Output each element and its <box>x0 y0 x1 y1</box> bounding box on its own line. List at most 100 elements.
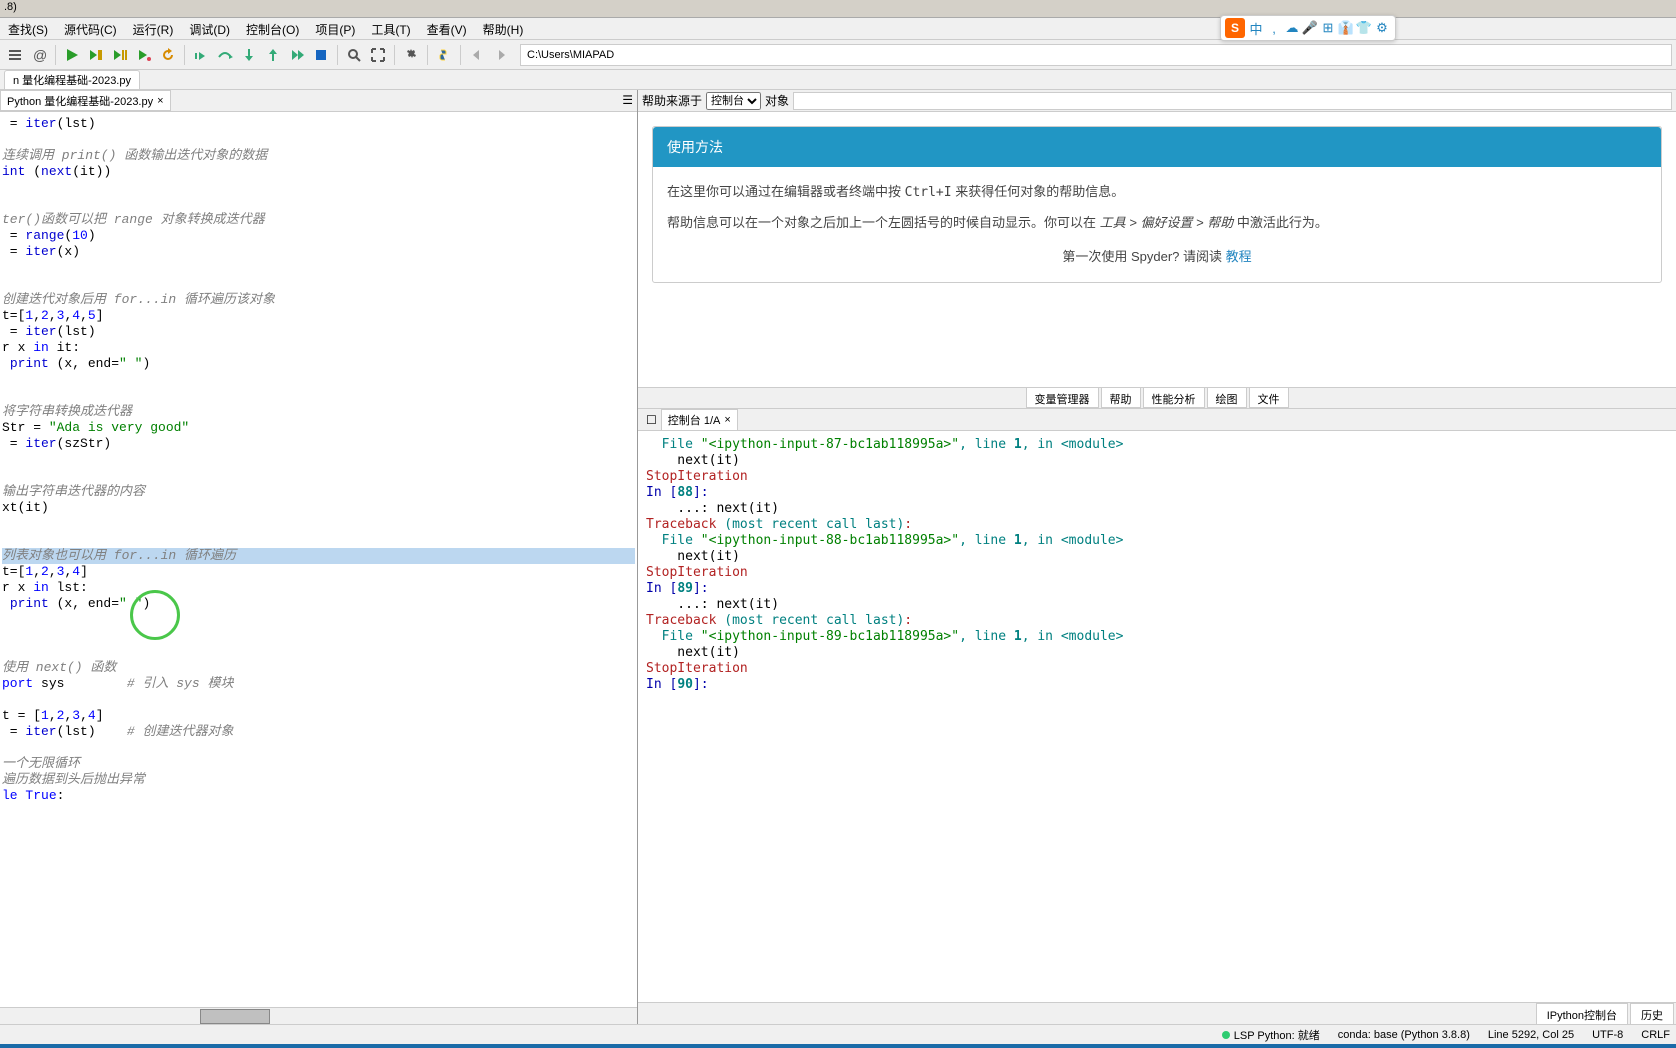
continue-icon[interactable] <box>286 44 308 66</box>
code-line[interactable] <box>2 372 635 388</box>
code-line[interactable]: port sys # 引入 sys 模块 <box>2 676 635 692</box>
code-line[interactable] <box>2 132 635 148</box>
code-line[interactable] <box>2 260 635 276</box>
run-cell-icon[interactable] <box>85 44 107 66</box>
stop-icon[interactable] <box>310 44 332 66</box>
code-line[interactable]: 遍历数据到头后抛出异常 <box>2 772 635 788</box>
code-line[interactable]: = iter(szStr) <box>2 436 635 452</box>
run-cell-advance-icon[interactable] <box>109 44 131 66</box>
code-line[interactable]: 使用 next() 函数 <box>2 660 635 676</box>
back-icon[interactable] <box>466 44 488 66</box>
ime-item[interactable]: ⚙ <box>1373 19 1391 37</box>
menu-项目(P)[interactable]: 项目(P) <box>307 18 363 39</box>
bottom-tab-IPython控制台[interactable]: IPython控制台 <box>1536 1003 1628 1024</box>
menu-查找(S)[interactable]: 查找(S) <box>0 18 56 39</box>
code-line[interactable]: print (x, end=" ") <box>2 356 635 372</box>
editor-hscroll[interactable] <box>0 1007 637 1024</box>
code-line[interactable] <box>2 180 635 196</box>
code-line[interactable]: t = [1,2,3,4] <box>2 708 635 724</box>
ipython-console[interactable]: File "<ipython-input-87-bc1ab118995a>", … <box>638 431 1676 1002</box>
ime-item[interactable]: ☁ <box>1283 19 1301 37</box>
rerun-icon[interactable] <box>157 44 179 66</box>
ime-item[interactable]: ⊞ <box>1319 19 1337 37</box>
run-selection-icon[interactable] <box>133 44 155 66</box>
ime-toolbar[interactable]: S 中,☁🎤⊞👔👕⚙ <box>1220 15 1396 41</box>
run-icon[interactable] <box>61 44 83 66</box>
ime-item[interactable]: 中 <box>1247 19 1265 37</box>
code-line[interactable]: t=[1,2,3,4,5] <box>2 308 635 324</box>
bottom-tab-历史[interactable]: 历史 <box>1630 1003 1674 1024</box>
code-line[interactable]: xt(it) <box>2 500 635 516</box>
code-line[interactable] <box>2 276 635 292</box>
code-line[interactable] <box>2 628 635 644</box>
code-editor[interactable]: = iter(lst) 连续调用 print() 函数输出迭代对象的数据int (… <box>0 112 637 1007</box>
code-line[interactable] <box>2 196 635 212</box>
debug-step-icon[interactable] <box>190 44 212 66</box>
right-tab-性能分析[interactable]: 性能分析 <box>1143 388 1205 408</box>
outer-file-tab[interactable]: n 量化编程基础-2023.py <box>4 70 140 89</box>
code-line[interactable]: t=[1,2,3,4] <box>2 564 635 580</box>
code-line[interactable]: 将字符串转换成迭代器 <box>2 404 635 420</box>
menu-运行(R)[interactable]: 运行(R) <box>125 18 182 39</box>
pythonpath-icon[interactable] <box>433 44 455 66</box>
at-icon[interactable]: @ <box>28 44 50 66</box>
ime-item[interactable]: , <box>1265 19 1283 37</box>
code-line[interactable] <box>2 388 635 404</box>
code-line[interactable] <box>2 452 635 468</box>
step-into-icon[interactable] <box>238 44 260 66</box>
code-line[interactable]: Str = "Ada is very good" <box>2 420 635 436</box>
code-line[interactable]: le True: <box>2 788 635 804</box>
ime-item[interactable]: 🎤 <box>1301 19 1319 37</box>
outline-icon[interactable] <box>4 44 26 66</box>
code-line[interactable]: 创建迭代对象后用 for...in 循环遍历该对象 <box>2 292 635 308</box>
code-line[interactable] <box>2 468 635 484</box>
console-tab[interactable]: 控制台 1/A × <box>661 409 738 431</box>
ime-item[interactable]: 👔 <box>1337 19 1355 37</box>
working-dir-input[interactable] <box>520 44 1672 66</box>
step-over-icon[interactable] <box>214 44 236 66</box>
help-source-select[interactable]: 控制台 <box>706 92 761 110</box>
code-line[interactable] <box>2 740 635 756</box>
code-line[interactable]: r x in it: <box>2 340 635 356</box>
forward-icon[interactable] <box>490 44 512 66</box>
editor-menu-icon[interactable]: ☰ <box>622 93 633 107</box>
code-line[interactable] <box>2 532 635 548</box>
code-line[interactable]: 列表对象也可以用 for...in 循环遍历 <box>2 548 635 564</box>
code-line[interactable]: = iter(lst) <box>2 324 635 340</box>
code-line[interactable] <box>2 644 635 660</box>
code-line[interactable]: = iter(lst) <box>2 116 635 132</box>
code-line[interactable]: = iter(lst) # 创建迭代器对象 <box>2 724 635 740</box>
right-tab-绘图[interactable]: 绘图 <box>1207 388 1247 408</box>
code-line[interactable]: int (next(it)) <box>2 164 635 180</box>
right-tab-变量管理器[interactable]: 变量管理器 <box>1026 388 1099 408</box>
menu-帮助(H)[interactable]: 帮助(H) <box>475 18 532 39</box>
code-line[interactable]: 连续调用 print() 函数输出迭代对象的数据 <box>2 148 635 164</box>
tutorial-link[interactable]: 教程 <box>1226 249 1252 264</box>
menu-调试(D)[interactable]: 调试(D) <box>181 18 238 39</box>
right-tab-文件[interactable]: 文件 <box>1249 388 1289 408</box>
close-console-icon[interactable]: × <box>724 414 730 426</box>
menu-控制台(O)[interactable]: 控制台(O) <box>238 18 307 39</box>
code-line[interactable]: print (x, end=" ") <box>2 596 635 612</box>
editor-file-tab[interactable]: Python 量化编程基础-2023.py × <box>0 90 171 111</box>
console-navigate-icon[interactable]: ☐ <box>646 413 657 427</box>
menu-源代码(C)[interactable]: 源代码(C) <box>56 18 125 39</box>
code-line[interactable]: 输出字符串迭代器的内容 <box>2 484 635 500</box>
code-line[interactable]: ter()函数可以把 range 对象转换成迭代器 <box>2 212 635 228</box>
code-line[interactable]: = range(10) <box>2 228 635 244</box>
code-line[interactable] <box>2 612 635 628</box>
code-line[interactable] <box>2 692 635 708</box>
code-line[interactable] <box>2 516 635 532</box>
code-line[interactable]: = iter(x) <box>2 244 635 260</box>
menu-查看(V)[interactable]: 查看(V) <box>419 18 475 39</box>
step-out-icon[interactable] <box>262 44 284 66</box>
zoom-in-icon[interactable] <box>343 44 365 66</box>
fullscreen-icon[interactable] <box>367 44 389 66</box>
preferences-icon[interactable] <box>400 44 422 66</box>
ime-item[interactable]: 👕 <box>1355 19 1373 37</box>
right-tab-帮助[interactable]: 帮助 <box>1101 388 1141 408</box>
code-line[interactable]: 一个无限循环 <box>2 756 635 772</box>
close-tab-icon[interactable]: × <box>157 95 163 107</box>
code-line[interactable]: r x in lst: <box>2 580 635 596</box>
menu-工具(T)[interactable]: 工具(T) <box>363 18 418 39</box>
